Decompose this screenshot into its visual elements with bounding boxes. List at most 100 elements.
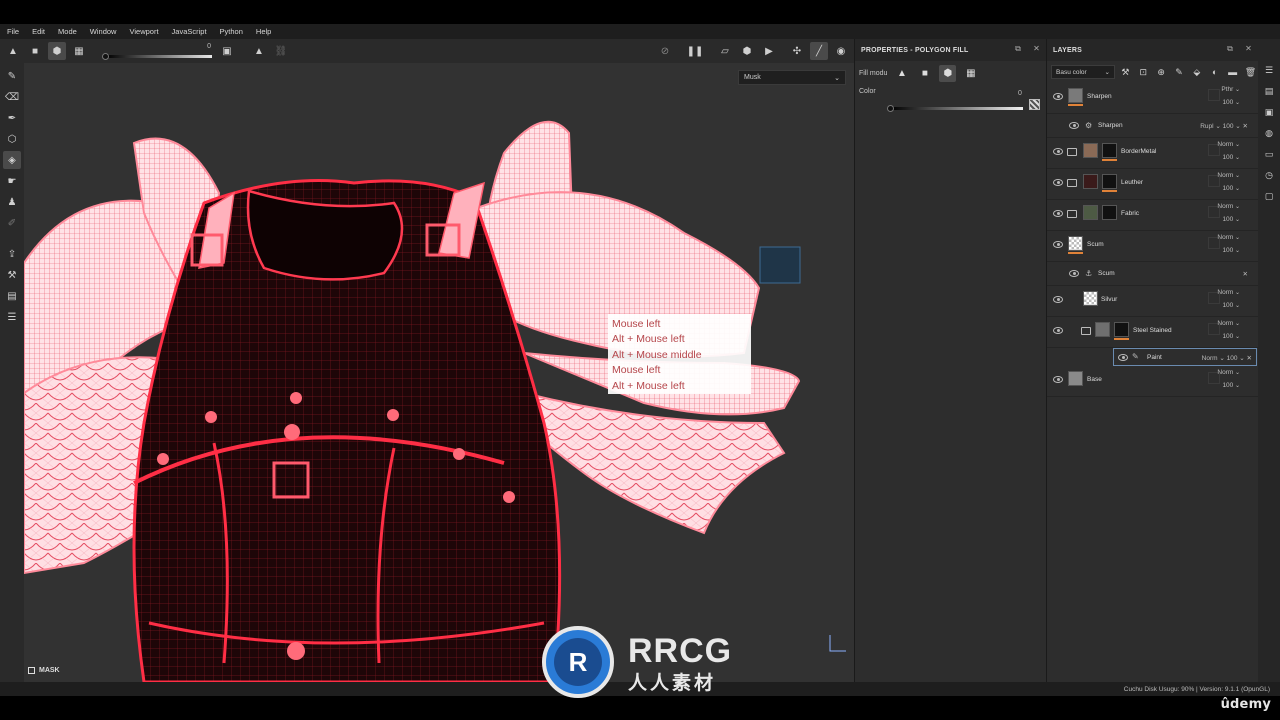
triangle-up-icon[interactable]: ▲ <box>250 42 268 60</box>
menu-help[interactable]: Help <box>256 27 271 36</box>
menu-edit[interactable]: Edit <box>32 27 45 36</box>
transform-icon[interactable]: ✣ <box>788 42 806 60</box>
layer-opacity[interactable]: 100 <box>1222 302 1240 309</box>
clone-icon[interactable]: ♟ <box>3 193 21 211</box>
layer-blend[interactable]: Norm <box>1217 369 1240 376</box>
history-icon[interactable]: ◷ <box>1262 170 1276 184</box>
visibility-eye-icon[interactable] <box>1053 179 1063 186</box>
layer-blend[interactable]: Norm <box>1217 172 1240 179</box>
layers-stack-icon[interactable]: ☰ <box>3 308 21 326</box>
color-picker-icon[interactable] <box>1029 99 1040 110</box>
mask-checkbox[interactable] <box>28 667 35 674</box>
eraser-icon[interactable]: ⌫ <box>3 88 21 106</box>
brush-mode-icon[interactable]: ╱ <box>810 42 828 60</box>
checker-icon[interactable]: ▦ <box>70 42 88 60</box>
remove-effect-icon[interactable]: ✕ <box>1243 270 1248 278</box>
texture-set-icon[interactable]: ▤ <box>1262 86 1276 100</box>
viewport-3d[interactable]: Musk ⌄ Mouse left Alt + Mouse left Alt +… <box>24 63 854 682</box>
layer-row[interactable]: Silvur Norm 100 <box>1047 286 1258 317</box>
checker-icon[interactable]: ▣ <box>218 42 236 60</box>
bake-icon[interactable]: ⚒ <box>3 266 21 284</box>
visibility-eye-icon[interactable] <box>1053 327 1063 334</box>
layer-effect-controls[interactable]: Norm ⌄ 100 ⌄ ✕ <box>1202 354 1252 362</box>
layer-row[interactable]: Scum Norm 100 <box>1047 231 1258 262</box>
document-icon[interactable]: ▤ <box>3 287 21 305</box>
layer-effect-row[interactable]: ⚓ Scum ✕ <box>1047 262 1258 286</box>
cube-icon[interactable]: ⬢ <box>48 42 66 60</box>
slider-knob[interactable] <box>102 53 109 60</box>
layer-effect-row-selected[interactable]: ✎ Paint Norm ⌄ 100 ⌄ ✕ <box>1113 348 1257 366</box>
menu-mode[interactable]: Mode <box>58 27 77 36</box>
export-icon[interactable]: ⇪ <box>3 245 21 263</box>
undock-icon[interactable]: ⧉ <box>1015 44 1021 54</box>
visibility-eye-icon[interactable] <box>1053 210 1063 217</box>
layer-blend[interactable]: Norm <box>1217 234 1240 241</box>
add-paint-icon[interactable]: ✎ <box>1172 67 1187 78</box>
menu-javascript[interactable]: JavaScript <box>172 27 207 36</box>
toolbar-slider[interactable]: 0 <box>102 42 212 60</box>
effects-icon[interactable]: ⚒ <box>1118 67 1133 78</box>
layer-blend[interactable]: Norm <box>1217 320 1240 327</box>
menu-python[interactable]: Python <box>220 27 243 36</box>
mask-toggle[interactable]: MASK <box>28 667 60 674</box>
layer-opacity[interactable]: 100 <box>1222 154 1240 161</box>
visibility-eye-icon[interactable] <box>1069 122 1079 129</box>
layer-effect-controls[interactable]: Rupl ⌄ 100 ⌄ ✕ <box>1200 122 1248 130</box>
add-layer-icon[interactable]: ◐ <box>1207 67 1222 77</box>
square-icon[interactable]: ■ <box>26 42 44 60</box>
layer-blend[interactable]: Pthr <box>1221 86 1240 93</box>
cube-icon[interactable]: ⬢ <box>939 64 957 82</box>
paint-brush-icon[interactable]: ✎ <box>3 67 21 85</box>
layer-opacity[interactable]: 100 <box>1223 123 1234 130</box>
visibility-eye-icon[interactable] <box>1053 93 1063 100</box>
layer-blend[interactable]: Norm <box>1217 203 1240 210</box>
cube-view-icon[interactable]: ⬢ <box>738 42 756 60</box>
visibility-eye-icon[interactable] <box>1053 296 1063 303</box>
camera-icon[interactable]: ▶ <box>760 42 778 60</box>
visibility-eye-icon[interactable] <box>1069 270 1079 277</box>
checker-icon[interactable]: ▦ <box>962 65 979 82</box>
layer-opacity[interactable]: 100 <box>1222 382 1240 389</box>
polygon-fill-icon[interactable]: ◈ <box>3 151 21 169</box>
add-folder-icon[interactable]: ▬ <box>1225 67 1240 77</box>
add-generator-icon[interactable]: ⊕ <box>1154 67 1169 78</box>
square-icon[interactable]: ■ <box>916 65 933 82</box>
visibility-eye-icon[interactable] <box>1053 376 1063 383</box>
projection-icon[interactable]: ✒ <box>3 109 21 127</box>
color-slider-knob[interactable] <box>887 105 894 112</box>
display-settings-icon[interactable]: ▣ <box>1262 107 1276 121</box>
link-icon[interactable]: ⛓ <box>272 42 290 60</box>
triangle-icon[interactable]: ▲ <box>893 65 910 82</box>
color-slider[interactable] <box>887 103 1023 113</box>
log-icon[interactable]: ▢ <box>1262 191 1276 205</box>
channel-dropdown[interactable]: Musk ⌄ <box>738 70 846 85</box>
layer-row[interactable]: Leuther Norm 100 <box>1047 169 1258 200</box>
viewer-settings-icon[interactable]: ▭ <box>1262 149 1276 163</box>
picker-icon[interactable]: ✐ <box>3 214 21 232</box>
menu-viewport[interactable]: Viewport <box>129 27 158 36</box>
layer-blend[interactable]: Rupl <box>1200 123 1213 130</box>
layer-opacity[interactable]: 100 <box>1222 247 1240 254</box>
visibility-eye-icon[interactable] <box>1053 148 1063 155</box>
layer-row[interactable]: Base Norm 100 <box>1047 366 1258 397</box>
add-mask-icon[interactable]: ⊡ <box>1136 67 1151 78</box>
undock-icon[interactable]: ⧉ <box>1227 44 1233 54</box>
layer-blend[interactable]: Norm <box>1202 355 1218 362</box>
menu-window[interactable]: Window <box>90 27 117 36</box>
shelf-icon[interactable]: ◍ <box>1262 128 1276 142</box>
close-icon[interactable]: ✕ <box>1245 44 1252 54</box>
pause-icon[interactable]: ❚❚ <box>686 42 704 60</box>
layer-opacity[interactable]: 100 <box>1222 333 1240 340</box>
layer-blend[interactable]: Norm <box>1217 141 1240 148</box>
blend-mode-select[interactable]: Basu color ⌄ <box>1051 65 1115 79</box>
frame-icon[interactable]: ▱ <box>716 42 734 60</box>
layer-opacity[interactable]: 100 <box>1222 185 1240 192</box>
delete-icon[interactable]: 🗑 <box>1243 67 1258 78</box>
layer-row[interactable]: Steel Stained Norm 100 <box>1047 317 1258 348</box>
visibility-eye-icon[interactable] <box>1053 241 1063 248</box>
visibility-eye-icon[interactable] <box>1118 354 1128 361</box>
layer-blend[interactable]: Norm <box>1217 289 1240 296</box>
layer-effect-row[interactable]: ⚙ Sharpen Rupl ⌄ 100 ⌄ ✕ <box>1047 114 1258 138</box>
screenshot-icon[interactable]: ◉ <box>832 42 850 60</box>
layer-row[interactable]: Sharpen Pthr 100 <box>1047 83 1258 114</box>
